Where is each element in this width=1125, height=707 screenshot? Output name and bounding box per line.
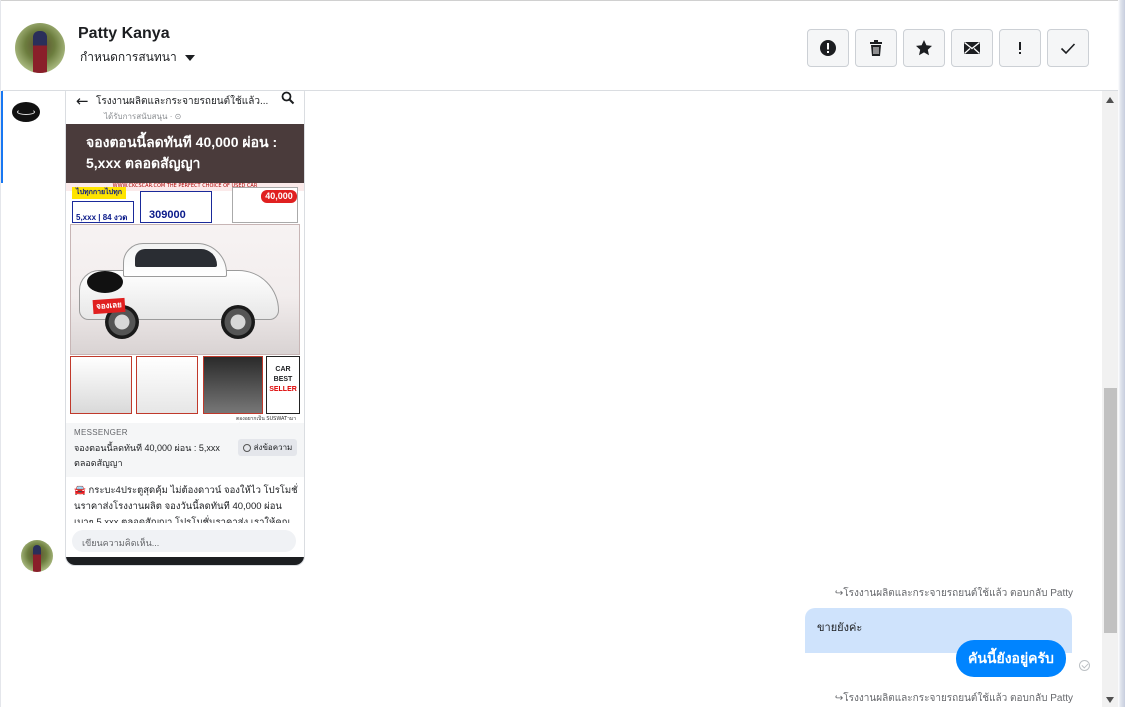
ad-banner-text: จองตอนนี้ลดทันที 40,000 ผ่อน : 5,xxx ตลอ…: [86, 134, 278, 171]
outgoing-message[interactable]: คันนี้ยังอยู่ครับ: [956, 640, 1066, 677]
reply-note: ↪โรงงานผลิตและกระจายรถยนต์ใช้แล้ว ตอบกลั…: [834, 588, 1073, 599]
scroll-up-icon[interactable]: [1106, 97, 1114, 103]
contact-name[interactable]: Patty Kanya: [78, 25, 170, 43]
ad-page-title: โรงงานผลิตและกระจายรถยนต์ใช้แล้ว...: [96, 96, 269, 107]
trash-icon: [870, 40, 882, 56]
dealer-logo: [87, 271, 123, 293]
checkmark-icon: [1060, 43, 1076, 55]
ad-image[interactable]: WWW.CKCSCAR.COM THE PERFECT CHOICE OF US…: [66, 183, 304, 430]
ad-thumb-rear: [136, 356, 198, 414]
ad-thumb-interior: [203, 356, 263, 414]
conversation-header: Patty Kanya กำหนดการสนทนา: [2, 3, 1119, 91]
assign-conversation-dropdown[interactable]: กำหนดการสนทนา: [80, 48, 195, 67]
car-window: [135, 249, 217, 267]
star-icon: [916, 40, 932, 56]
ad-offer-box: 40,000: [232, 187, 298, 223]
send-message-label: ส่งข้อความ: [253, 443, 293, 452]
ad-offer-value: 40,000: [261, 190, 297, 203]
conversation-panel: Patty Kanya กำหนดการสนทนา ← โรงงานผลิตแล…: [0, 0, 1125, 707]
ad-stamp: จองเลย: [92, 297, 126, 315]
ad-monthly-box: 5,xxx | 84 งวด: [72, 201, 134, 223]
scroll-down-icon[interactable]: [1106, 697, 1114, 703]
badge-line-1: CAR: [275, 366, 291, 373]
ad-headline: จองตอนนี้ลดทันที 40,000 ผ่อน : 5,xxx ตลอ…: [74, 443, 220, 468]
page-logo-avatar: [12, 102, 40, 122]
car-rear-wheel: [221, 305, 255, 339]
sponsored-label: ได้รับการสนับสนุน · ⊙: [104, 110, 181, 123]
back-arrow-icon: ←: [76, 92, 89, 110]
card-bottom-bar: [66, 557, 304, 565]
ad-price-box: 309000: [140, 191, 212, 223]
star-button[interactable]: [903, 29, 945, 67]
follow-up-button[interactable]: [999, 29, 1041, 67]
car-best-seller-badge: CAR BEST SELLER: [266, 356, 300, 414]
ad-card[interactable]: ← โรงงานผลิตและกระจายรถยนต์ใช้แล้ว... ได…: [65, 91, 305, 566]
mark-unread-button[interactable]: [951, 29, 993, 67]
scrollbar-thumb[interactable]: [1104, 388, 1117, 633]
badge-line-3: SELLER: [269, 386, 297, 393]
done-button[interactable]: [1047, 29, 1089, 67]
comment-input[interactable]: เขียนความคิดเห็น...: [72, 530, 296, 552]
report-spam-button[interactable]: [807, 29, 849, 67]
header-actions: [807, 29, 1089, 67]
search-icon: [281, 91, 295, 105]
avatar-figure: [33, 31, 47, 73]
delete-button[interactable]: [855, 29, 897, 67]
alert-circle-icon: [820, 40, 836, 56]
ad-car-photo: จองเลย: [70, 224, 300, 355]
exclamation-icon: [1019, 42, 1021, 54]
envelope-icon: [964, 41, 980, 54]
ad-cta-section: MESSENGER จองตอนนี้ลดทันที 40,000 ผ่อน :…: [66, 423, 304, 477]
ad-price-value: 309000: [149, 209, 186, 221]
avatar-figure: [33, 545, 41, 572]
ad-caption: 🚘 กระบะ4ประตูสุดคุ้ม ไม่ต้องดาวน์ จองให้…: [74, 485, 298, 523]
ad-post-header: ← โรงงานผลิตและกระจายรถยนต์ใช้แล้ว... ได…: [66, 91, 304, 124]
ad-yellow-badge: ไปทุกกายไปทุกทาง: [72, 187, 126, 208]
assign-label: กำหนดการสนทนา: [80, 50, 177, 64]
message-thread[interactable]: ← โรงงานผลิตและกระจายรถยนต์ใช้แล้ว... ได…: [2, 91, 1102, 707]
caret-down-icon: [184, 54, 195, 61]
seen-check-icon: [1079, 660, 1090, 671]
window-edge: [1118, 0, 1125, 707]
contact-avatar-small: [21, 540, 53, 572]
channel-tag: MESSENGER: [74, 428, 128, 437]
thread-scrollbar[interactable]: [1102, 91, 1119, 707]
ad-monthly-value: 5,xxx | 84 งวด: [76, 213, 128, 222]
globe-icon: ⊙: [174, 112, 182, 121]
reply-note: ↪โรงงานผลิตและกระจายรถยนต์ใช้แล้ว ตอบกลั…: [834, 693, 1073, 704]
send-message-button[interactable]: ส่งข้อความ: [238, 439, 297, 456]
sponsored-text: ได้รับการสนับสนุน ·: [104, 112, 175, 121]
ad-thumbnails: CAR BEST SELLER: [70, 356, 300, 414]
contact-avatar[interactable]: [15, 23, 65, 73]
messenger-icon: [242, 443, 251, 452]
badge-line-2: BEST: [273, 376, 293, 383]
ad-thumb-front: [70, 356, 132, 414]
